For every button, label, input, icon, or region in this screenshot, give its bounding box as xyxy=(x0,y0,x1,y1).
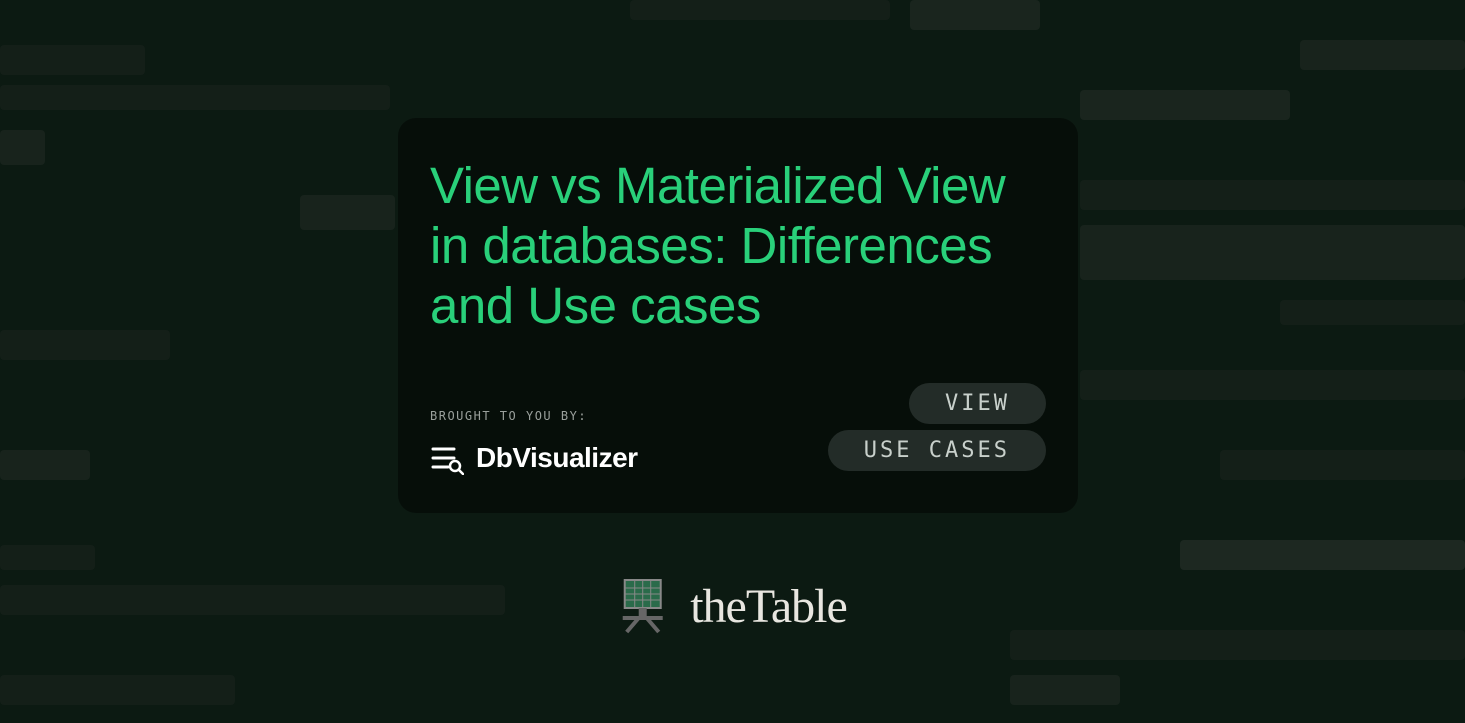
bg-block xyxy=(0,675,235,705)
tag-list: VIEW USE CASES xyxy=(828,383,1046,471)
bg-block xyxy=(910,0,1040,30)
tag: VIEW xyxy=(909,383,1046,424)
article-card: View vs Materialized View in databases: … xyxy=(398,118,1078,513)
bg-block xyxy=(0,330,170,360)
bg-block xyxy=(0,85,390,110)
footer-brand-text: theTable xyxy=(690,579,847,634)
bg-block xyxy=(1300,40,1465,70)
footer-brand: theTable xyxy=(618,578,847,634)
sponsor-name: DbVisualizer xyxy=(476,442,638,474)
bg-block xyxy=(1080,90,1290,120)
bg-block xyxy=(0,45,145,75)
bg-block xyxy=(0,585,505,615)
bg-block xyxy=(300,195,395,230)
bg-block xyxy=(0,450,90,480)
bg-block xyxy=(1280,300,1465,325)
table-icon xyxy=(618,578,666,634)
tag: USE CASES xyxy=(828,430,1046,471)
article-title: View vs Materialized View in databases: … xyxy=(430,156,1046,337)
bg-block xyxy=(1180,540,1465,570)
bg-block xyxy=(0,130,45,165)
bg-block xyxy=(1080,180,1465,210)
database-icon xyxy=(430,441,464,475)
bg-block xyxy=(1080,370,1465,400)
bg-block xyxy=(630,0,890,20)
bg-block xyxy=(1010,630,1465,660)
bg-block xyxy=(0,545,95,570)
bg-block xyxy=(1080,225,1465,280)
bg-block xyxy=(1010,675,1120,705)
bg-block xyxy=(1220,450,1465,480)
